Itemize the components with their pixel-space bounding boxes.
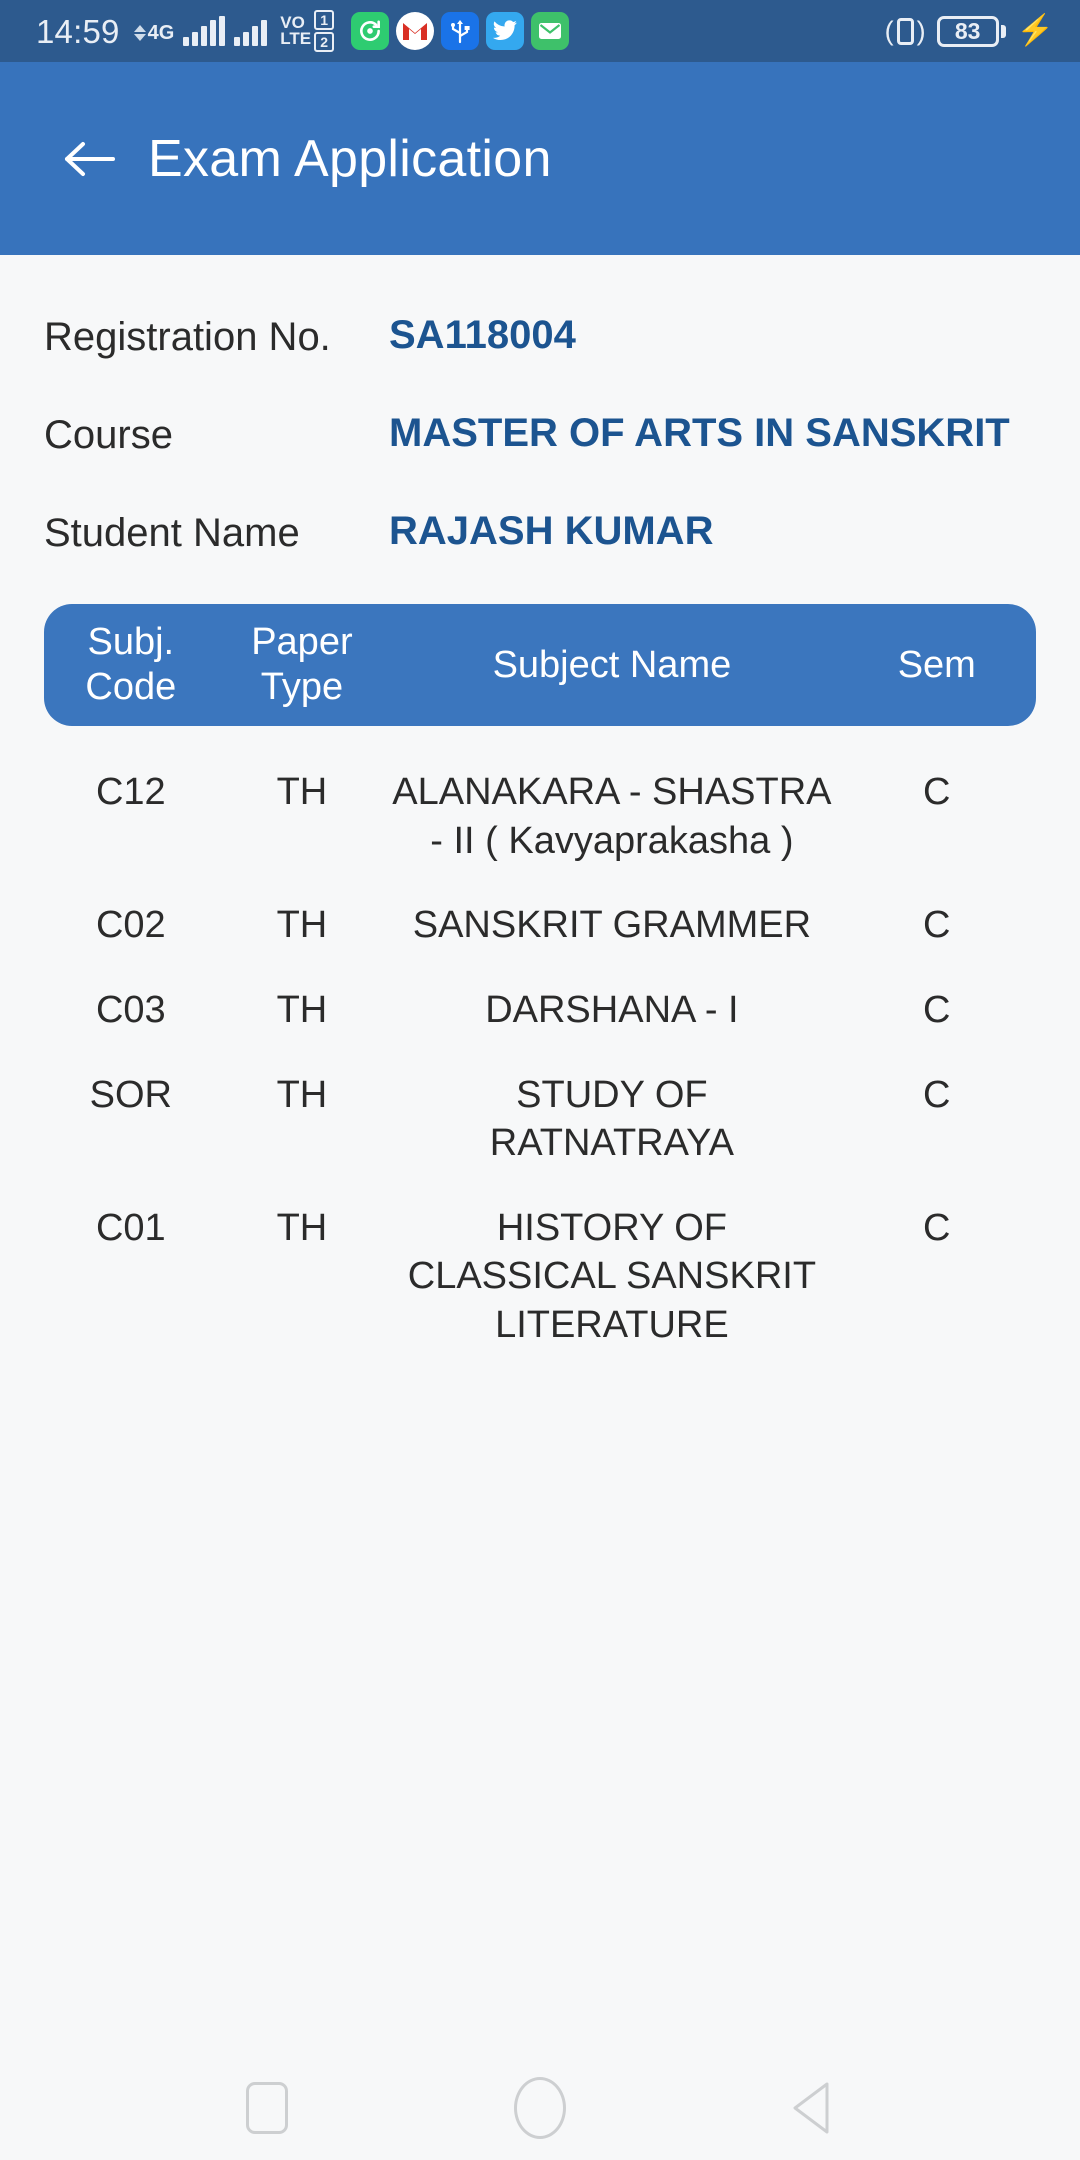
battery-indicator: 83 xyxy=(936,15,1006,47)
email-icon xyxy=(531,12,570,50)
cell-sem: C xyxy=(923,771,951,813)
cell-subject-code: SOR xyxy=(89,1073,172,1116)
info-label-registration: Registration No. xyxy=(44,315,331,359)
cell-sem: C xyxy=(923,1073,951,1116)
battery-body: 83 xyxy=(936,15,999,47)
cell-subject-name: HISTORY OF CLASSICAL SANSKRIT LITERATURE xyxy=(407,1206,817,1346)
cell-sem: C xyxy=(923,904,951,947)
page-title: Exam Application xyxy=(148,129,552,188)
cell-subject-name: ALANAKARA - SHASTRA - II ( Kavyaprakasha… xyxy=(392,771,832,862)
cell-paper-type: TH xyxy=(276,1206,328,1249)
cell-subject-name: DARSHANA - I xyxy=(485,988,739,1031)
info-row-student-name: Student Name RAJASH KUMAR xyxy=(44,506,1036,558)
triangle-back-icon[interactable] xyxy=(767,2073,859,2143)
info-row-registration: Registration No. SA118004 xyxy=(44,310,1036,362)
charging-bolt-icon: ⚡ xyxy=(1016,14,1054,47)
cell-subject-code: C12 xyxy=(95,771,166,813)
info-value-student-name: RAJASH KUMAR xyxy=(389,509,714,553)
vibrate-icon: () xyxy=(884,15,926,46)
table-body: C12 TH ALANAKARA - SHASTRA - II ( Kavyap… xyxy=(44,726,1036,1358)
info-row-course: Course MASTER OF ARTS IN SANSKRIT xyxy=(44,408,1036,460)
gmail-icon xyxy=(396,12,435,50)
cell-subject-name: STUDY OF RATNATRAYA xyxy=(489,1073,734,1165)
cell-subject-code: C02 xyxy=(95,904,166,947)
cell-paper-type: TH xyxy=(276,1073,328,1116)
twitter-icon xyxy=(486,12,525,50)
table-row[interactable]: C01 TH HISTORY OF CLASSICAL SANSKRIT LIT… xyxy=(44,1176,1036,1358)
table-header-paper-type: Paper Type xyxy=(251,621,353,708)
table-row[interactable]: C12 TH ALANAKARA - SHASTRA - II ( Kavyap… xyxy=(44,740,1036,873)
table-header-row: Subj. Code Paper Type Subject Name Sem xyxy=(44,604,1036,726)
table-header-subject-code: Subj. Code xyxy=(85,621,177,708)
sync-icon xyxy=(351,12,390,50)
arrow-up-icon xyxy=(133,25,146,32)
arrow-down-icon xyxy=(133,34,146,41)
cell-paper-type: TH xyxy=(276,904,328,947)
cell-sem: C xyxy=(923,988,951,1031)
data-transfer-arrows-icon xyxy=(133,19,146,41)
volte-label: VO LTE xyxy=(280,14,312,48)
status-bar: 14:59 4G VO LTE 1 2 () 83 ⚡ xyxy=(0,0,1080,62)
table-header-sem: Sem xyxy=(897,643,976,686)
status-bar-left: 14:59 4G VO LTE 1 2 xyxy=(36,10,885,52)
info-value-registration: SA118004 xyxy=(389,313,576,357)
phone-screen: 14:59 4G VO LTE 1 2 () 83 ⚡ Exam Applic… xyxy=(0,0,1080,2160)
info-label-student-name: Student Name xyxy=(44,511,300,555)
android-navigation-bar xyxy=(0,2056,1080,2160)
cell-paper-type: TH xyxy=(276,771,328,813)
square-recents-icon[interactable] xyxy=(221,2073,313,2143)
volte-line-2: LTE xyxy=(280,29,312,48)
table-header-subject-name: Subject Name xyxy=(492,643,732,686)
battery-cap xyxy=(1000,24,1006,38)
status-clock: 14:59 xyxy=(36,12,120,50)
cell-subject-name: SANSKRIT GRAMMER xyxy=(412,904,812,947)
usb-icon xyxy=(441,12,480,50)
network-indicator-group: 4G xyxy=(133,19,175,44)
sim-badge-1: 1 xyxy=(314,10,335,30)
network-generation-label: 4G xyxy=(147,22,175,44)
volte-indicator: VO LTE 1 2 xyxy=(280,10,335,52)
circle-home-icon[interactable] xyxy=(494,2073,586,2143)
info-value-course: MASTER OF ARTS IN SANSKRIT xyxy=(389,411,1010,455)
cell-paper-type: TH xyxy=(276,988,328,1031)
student-info-block: Registration No. SA118004 Course MASTER … xyxy=(44,255,1036,558)
table-row[interactable]: C02 TH SANSKRIT GRAMMER C xyxy=(44,873,1036,958)
subjects-table: Subj. Code Paper Type Subject Name Sem C… xyxy=(44,604,1036,1358)
cell-subject-code: C01 xyxy=(95,1206,166,1249)
cell-subject-code: C03 xyxy=(95,988,166,1031)
info-label-course: Course xyxy=(44,413,173,457)
main-content: Registration No. SA118004 Course MASTER … xyxy=(0,255,1080,2056)
signal-strength-icon-sim1 xyxy=(183,16,226,46)
signal-strength-icon-sim2 xyxy=(234,16,268,46)
cell-sem: C xyxy=(923,1206,951,1249)
back-arrow-icon[interactable] xyxy=(58,128,120,190)
table-row[interactable]: SOR TH STUDY OF RATNATRAYA C xyxy=(44,1043,1036,1176)
status-bar-right: () 83 ⚡ xyxy=(884,14,1054,47)
sim-badge-2: 2 xyxy=(314,32,335,52)
notification-icons xyxy=(351,12,570,50)
table-row[interactable]: C03 TH DARSHANA - I C xyxy=(44,958,1036,1043)
battery-percent-label: 83 xyxy=(954,17,981,44)
app-bar: Exam Application xyxy=(0,62,1080,255)
